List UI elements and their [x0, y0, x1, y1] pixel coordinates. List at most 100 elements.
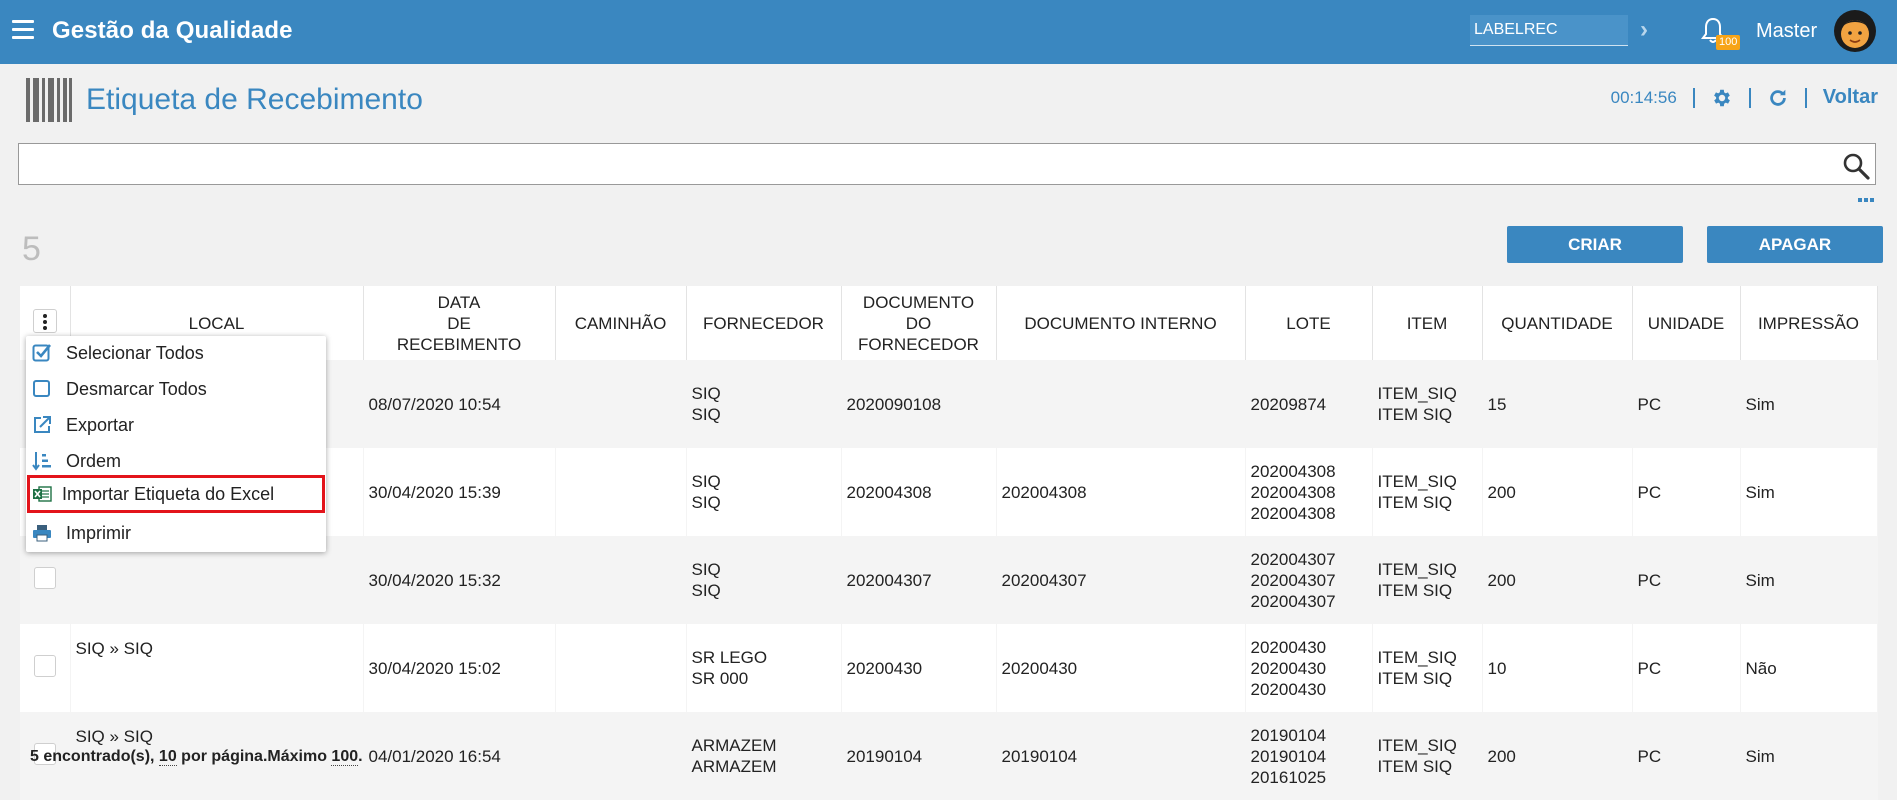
search-input[interactable] [25, 148, 1829, 182]
cell-unidade: PC [1632, 712, 1741, 800]
cell-item: ITEM_SIQ ITEM SIQ [1372, 624, 1483, 712]
column-header-item[interactable]: ITEM [1372, 286, 1483, 360]
page-size-selector[interactable]: 10 [158, 748, 177, 766]
cell-impressao: Sim [1740, 712, 1878, 800]
cell-line: SR 000 [691, 669, 749, 688]
cell-quantidade: 15 [1482, 360, 1633, 448]
table-row[interactable]: SIQ » SIQ 30/04/2020 15:02 SR LEGO SR 000… [20, 624, 1878, 712]
menu-item-order[interactable]: Ordem [26, 444, 326, 478]
chevron-right-icon[interactable]: › [1640, 16, 1648, 44]
menu-item-select-all[interactable]: Selecionar Todos [26, 336, 326, 370]
column-header-unidade[interactable]: UNIDADE [1632, 286, 1741, 360]
cell-line: ITEM_SIQ [1377, 560, 1457, 579]
column-header-caminhao[interactable]: CAMINHÃO [555, 286, 687, 360]
cell-data: 30/04/2020 15:32 [363, 536, 556, 624]
hamburger-icon[interactable] [12, 20, 34, 40]
menu-item-import-excel[interactable]: Importar Etiqueta do Excel [27, 475, 325, 513]
cell-local: SIQ » SIQ [70, 624, 364, 712]
avatar[interactable] [1834, 10, 1876, 52]
cell-line: SIQ [691, 581, 721, 600]
header-text: DE [447, 313, 471, 333]
delete-button[interactable]: APAGAR [1707, 226, 1883, 263]
cell-data: 30/04/2020 15:02 [363, 624, 556, 712]
cell-line: 20209874 [1250, 394, 1327, 414]
result-count: 5 [22, 230, 41, 268]
cell-doc-fornecedor: 20200430 [841, 624, 997, 712]
cell-line: 202004307 [1250, 570, 1336, 590]
cell-line: ITEM_SIQ [1377, 472, 1457, 491]
per-page-text: por página.Máximo [181, 748, 327, 765]
cell-fornecedor: SIQ SIQ [686, 536, 842, 624]
create-button[interactable]: CRIAR [1507, 226, 1683, 263]
column-header-data[interactable]: DATA DE RECEBIMENTO [363, 286, 556, 360]
row-checkbox[interactable] [33, 566, 56, 589]
export-icon [34, 416, 51, 433]
footer-end: . [358, 748, 363, 765]
column-header-impressao[interactable]: IMPRESSÃO [1740, 286, 1878, 360]
barcode-icon [26, 78, 72, 122]
menu-item-print[interactable]: Imprimir [26, 516, 326, 550]
cell-doc-fornecedor: 202004308 [841, 448, 997, 536]
cell-line: SIQ [691, 560, 721, 579]
menu-item-export[interactable]: Exportar [26, 408, 326, 442]
cell-line: 202004307 [1250, 591, 1336, 611]
header-actions: 00:14:56 Voltar [1611, 86, 1878, 109]
cell-line: ITEM_SIQ [1377, 384, 1457, 403]
gear-icon[interactable] [1711, 87, 1733, 109]
printer-icon [33, 525, 51, 542]
cell-doc-interno: 202004308 [996, 448, 1246, 536]
more-dots-icon[interactable] [1858, 197, 1874, 203]
cell-quantidade: 200 [1482, 536, 1633, 624]
page-title: Etiqueta de Recebimento [86, 83, 423, 116]
cell-lote: 20209874 [1245, 360, 1373, 448]
cell-lote: 20190104 20190104 20161025 [1245, 712, 1373, 800]
header-text: RECEBIMENTO [396, 334, 522, 354]
cell-doc-interno: 202004307 [996, 536, 1246, 624]
cell-item: ITEM_SIQ ITEM SIQ [1372, 448, 1483, 536]
cell-line: SIQ [691, 405, 721, 424]
cell-line: 202004308 [1250, 503, 1336, 523]
cell-caminhao [555, 712, 687, 800]
cell-line: ITEM SIQ [1377, 405, 1453, 424]
top-bar: Gestão da Qualidade › 100 Master [0, 0, 1897, 64]
cell-doc-fornecedor: 2020090108 [841, 360, 997, 448]
cell-line: ITEM_SIQ [1377, 648, 1457, 667]
menu-item-label: Importar Etiqueta do Excel [62, 484, 275, 504]
cell-line: 20200430 [1250, 637, 1327, 657]
column-header-quantidade[interactable]: QUANTIDADE [1482, 286, 1633, 360]
cell-line: SIQ [691, 472, 721, 491]
cell-doc-interno: 20200430 [996, 624, 1246, 712]
label-code-input[interactable] [1470, 15, 1628, 46]
max-selector[interactable]: 100 [331, 748, 359, 766]
cell-line: ARMAZEM [691, 757, 777, 776]
kebab-icon[interactable] [32, 308, 57, 333]
cell-quantidade: 200 [1482, 712, 1633, 800]
column-header-documento-interno[interactable]: DOCUMENTO INTERNO [996, 286, 1246, 360]
header-text: FORNECEDOR [858, 334, 979, 354]
column-header-fornecedor[interactable]: FORNECEDOR [686, 286, 842, 360]
cell-fornecedor: ARMAZEM ARMAZEM [686, 712, 842, 800]
back-link[interactable]: Voltar [1823, 86, 1878, 109]
search-icon[interactable] [1842, 152, 1870, 180]
cell-quantidade: 10 [1482, 624, 1633, 712]
cell-line: SR LEGO [691, 648, 768, 667]
row-checkbox[interactable] [33, 654, 56, 677]
refresh-icon[interactable] [1767, 87, 1789, 109]
cell-caminhao [555, 624, 687, 712]
row-checkbox-cell [20, 624, 71, 712]
menu-item-label: Exportar [66, 415, 135, 435]
column-header-lote[interactable]: LOTE [1245, 286, 1373, 360]
menu-item-deselect-all[interactable]: Desmarcar Todos [26, 372, 326, 406]
cell-fornecedor: SR LEGO SR 000 [686, 624, 842, 712]
username[interactable]: Master [1756, 20, 1817, 43]
cell-unidade: PC [1632, 448, 1741, 536]
header-text: DO [905, 313, 932, 333]
column-header-documento-fornecedor[interactable]: DOCUMENTO DO FORNECEDOR [841, 286, 997, 360]
search-bar [18, 143, 1876, 185]
cell-fornecedor: SIQ SIQ [686, 448, 842, 536]
checkbox-checked-icon [32, 344, 52, 362]
menu-item-label: Selecionar Todos [66, 343, 204, 363]
cell-unidade: PC [1632, 360, 1741, 448]
cell-fornecedor: SIQ SIQ [686, 360, 842, 448]
cell-impressao: Sim [1740, 448, 1878, 536]
